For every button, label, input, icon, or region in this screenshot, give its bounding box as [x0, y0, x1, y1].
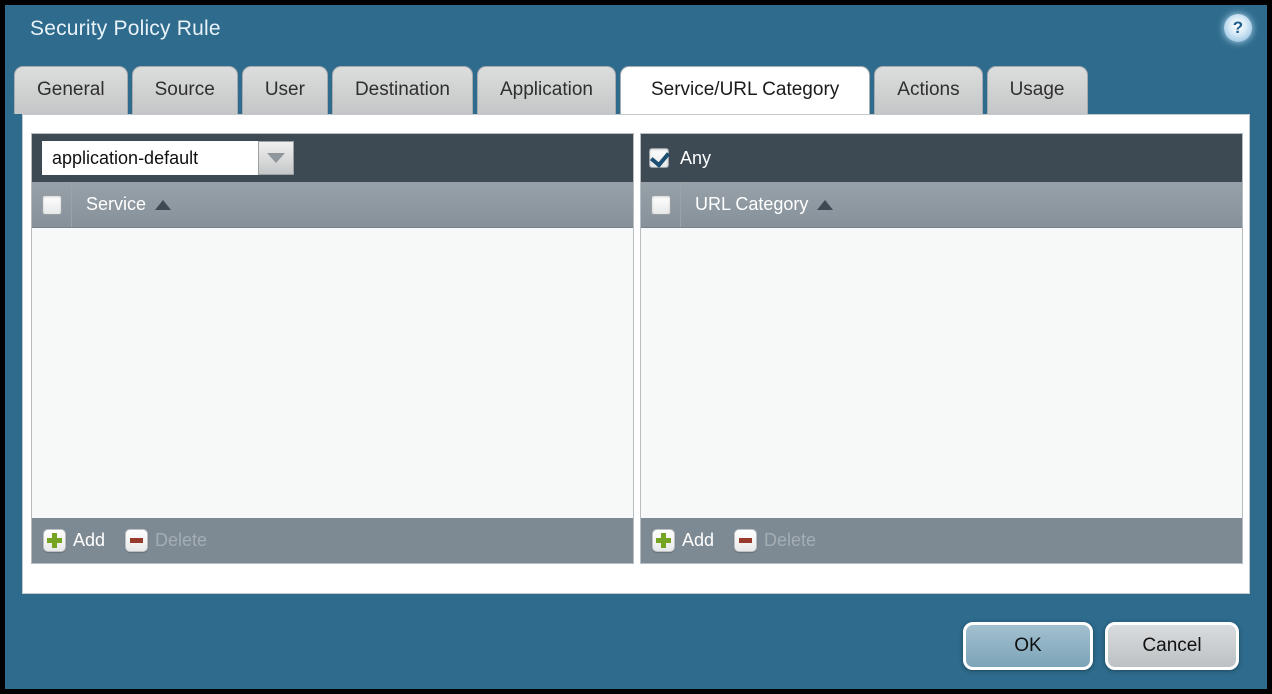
cancel-button[interactable]: Cancel	[1105, 622, 1239, 670]
ok-button[interactable]: OK	[963, 622, 1093, 670]
service-list-body	[32, 228, 633, 518]
service-column-header: Service	[32, 182, 633, 228]
service-type-dropdown: application-default	[42, 141, 294, 175]
url-category-column-label: URL Category	[695, 194, 808, 215]
tab-content-card: application-default Service	[22, 114, 1250, 594]
tab-general[interactable]: General	[14, 66, 128, 114]
dialog-title: Security Policy Rule	[30, 17, 221, 41]
tab-user[interactable]: User	[242, 66, 328, 114]
minus-icon	[734, 529, 757, 552]
service-column-sort[interactable]: Service	[86, 194, 171, 215]
service-panel: application-default Service	[31, 133, 634, 564]
screenshot-root: Security Policy Rule ? General Source Us…	[0, 0, 1272, 694]
service-add-label: Add	[73, 530, 105, 551]
service-add-button[interactable]: Add	[43, 529, 105, 552]
url-category-select-all-cell	[641, 182, 681, 227]
url-category-select-all-checkbox[interactable]	[651, 195, 671, 215]
service-panel-header: application-default	[32, 134, 633, 182]
url-category-panel-header: Any	[641, 134, 1242, 182]
tab-application[interactable]: Application	[477, 66, 616, 114]
url-category-column-header: URL Category	[641, 182, 1242, 228]
plus-icon	[652, 529, 675, 552]
minus-icon	[125, 529, 148, 552]
url-category-list-body	[641, 228, 1242, 518]
url-category-column-sort[interactable]: URL Category	[695, 194, 833, 215]
url-category-delete-button[interactable]: Delete	[734, 529, 816, 552]
url-category-panel: Any URL Category Add	[640, 133, 1243, 564]
service-delete-label: Delete	[155, 530, 207, 551]
tab-actions[interactable]: Actions	[874, 66, 982, 114]
service-select-all-checkbox[interactable]	[42, 195, 62, 215]
tab-usage[interactable]: Usage	[987, 66, 1088, 114]
sort-ascending-icon	[817, 200, 833, 210]
url-category-panel-toolbar: Add Delete	[641, 518, 1242, 563]
tab-bar: General Source User Destination Applicat…	[14, 66, 1088, 114]
tab-destination[interactable]: Destination	[332, 66, 473, 114]
url-category-add-button[interactable]: Add	[652, 529, 714, 552]
url-category-delete-label: Delete	[764, 530, 816, 551]
any-label: Any	[680, 148, 711, 169]
service-panel-toolbar: Add Delete	[32, 518, 633, 563]
url-category-add-label: Add	[682, 530, 714, 551]
service-type-dropdown-button[interactable]	[258, 141, 294, 175]
service-delete-button[interactable]: Delete	[125, 529, 207, 552]
service-type-dropdown-value[interactable]: application-default	[42, 141, 258, 175]
tab-source[interactable]: Source	[132, 66, 238, 114]
sort-ascending-icon	[155, 200, 171, 210]
service-select-all-cell	[32, 182, 72, 227]
help-icon[interactable]: ?	[1224, 14, 1252, 42]
tab-service-url-category[interactable]: Service/URL Category	[620, 66, 870, 114]
service-column-label: Service	[86, 194, 146, 215]
plus-icon	[43, 529, 66, 552]
security-policy-rule-dialog: Security Policy Rule ? General Source Us…	[5, 5, 1267, 689]
any-checkbox[interactable]	[649, 148, 669, 168]
chevron-down-icon	[267, 153, 285, 163]
